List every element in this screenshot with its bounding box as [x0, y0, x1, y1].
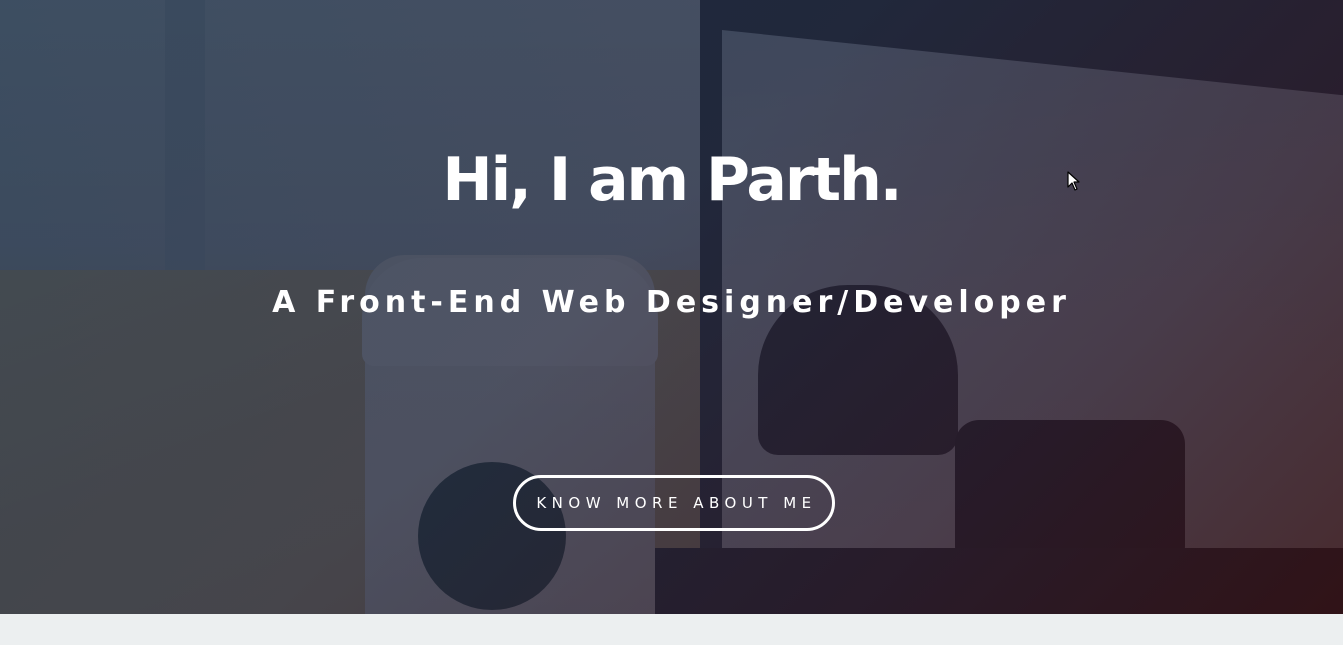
hero-subtitle: A Front-End Web Designer/Developer [272, 285, 1071, 320]
next-section-strip [0, 614, 1343, 645]
hero-section: Hi, I am Parth. A Front-End Web Designer… [0, 0, 1343, 614]
know-more-button[interactable]: KNOW MORE ABOUT ME [513, 475, 835, 531]
mouse-pointer-icon [1067, 171, 1080, 191]
hero-title: Hi, I am Parth. [442, 145, 902, 215]
